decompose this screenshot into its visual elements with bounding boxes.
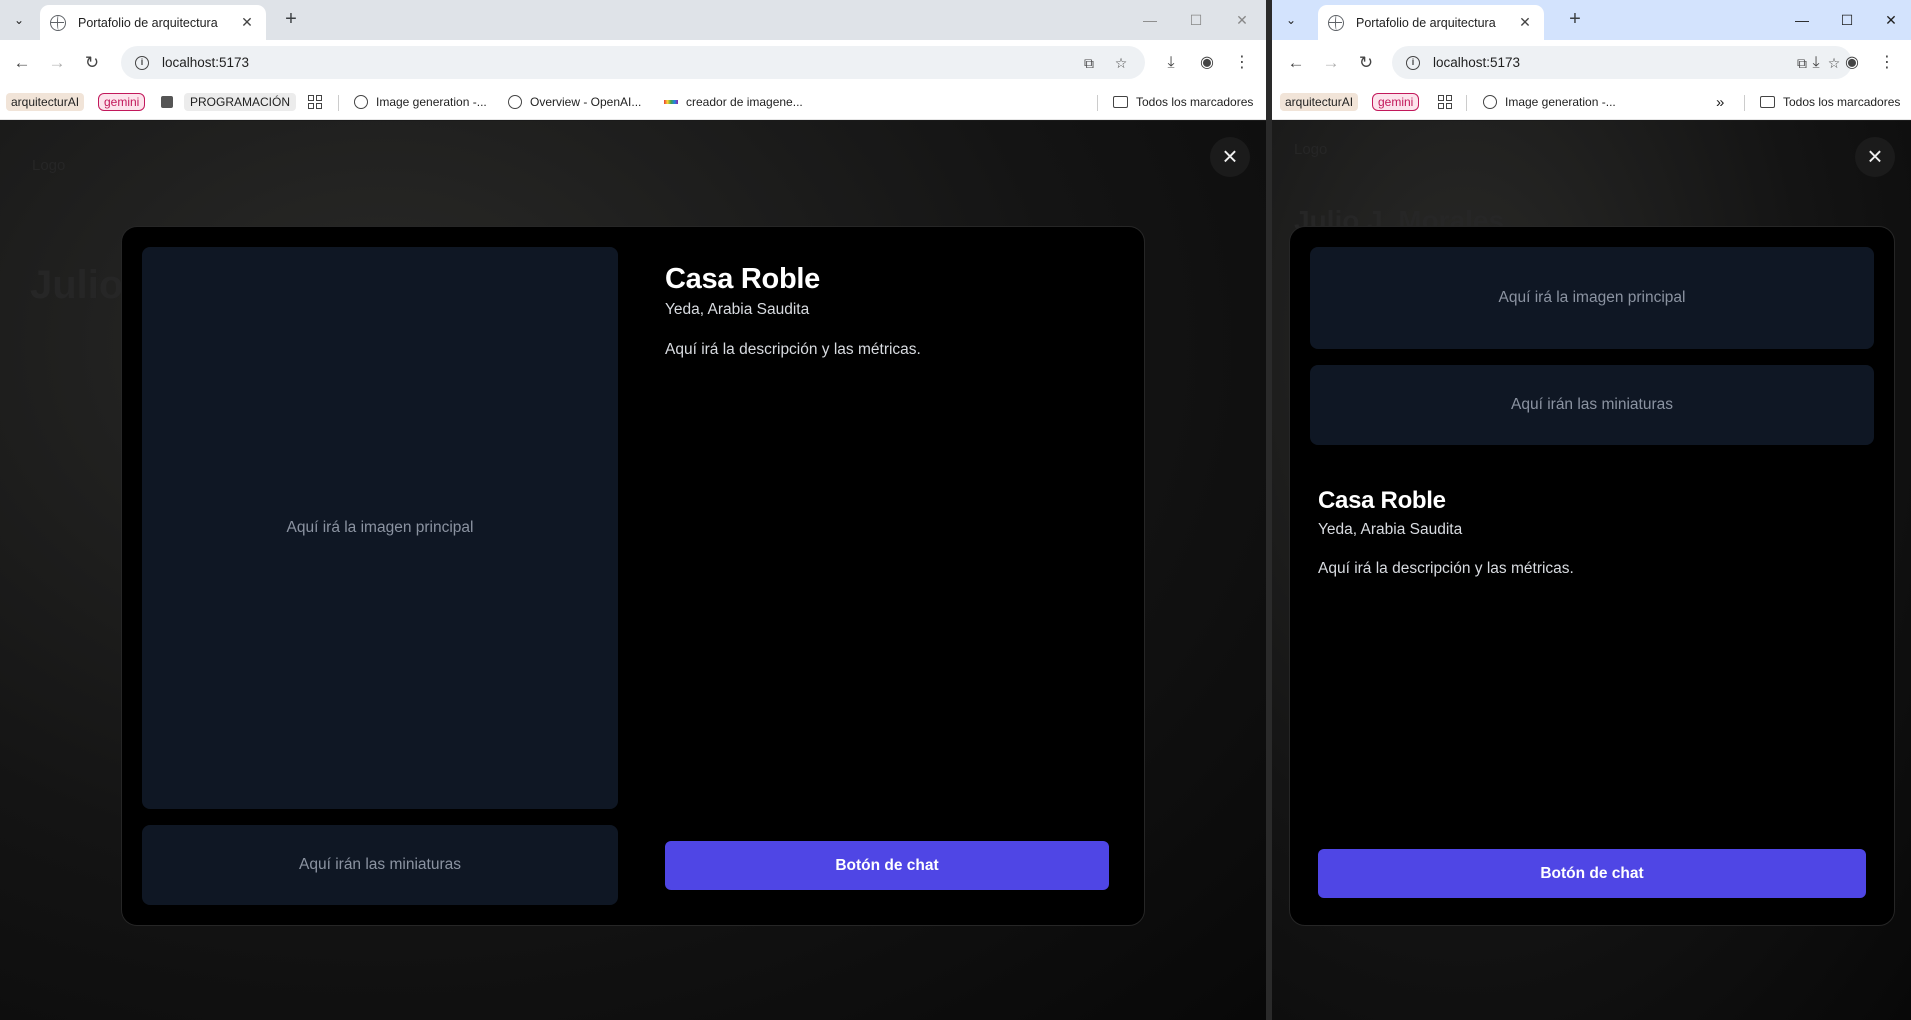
close-modal-button[interactable]: ×: [1210, 137, 1250, 177]
browser-window-left: ⌄ Portafolio de arquitectura ✕ + — ☐ ✕ ←…: [0, 0, 1266, 1020]
tab-search-icon[interactable]: ⌄: [1280, 9, 1302, 31]
bookmark-image-generation[interactable]: Image generation -...: [1483, 91, 1616, 113]
rainbow-icon: [664, 100, 678, 104]
maximize-icon[interactable]: ☐: [1835, 8, 1859, 32]
site-info-icon[interactable]: i: [135, 55, 149, 70]
reload-icon[interactable]: ↻: [1354, 51, 1378, 75]
bookmark-overview[interactable]: Overview - OpenAI...: [508, 91, 641, 113]
folder-icon: [1113, 96, 1128, 108]
main-image-placeholder: Aquí irá la imagen principal: [1310, 247, 1874, 349]
close-tab-icon[interactable]: ✕: [238, 14, 256, 31]
minimize-icon[interactable]: —: [1138, 8, 1162, 32]
folder-icon: [1760, 96, 1775, 108]
project-location: Yeda, Arabia Saudita: [665, 301, 810, 318]
close-tab-icon[interactable]: ✕: [1516, 14, 1534, 31]
tab-strip: ⌄ Portafolio de arquitectura ✕ + — ☐ ✕: [1272, 0, 1911, 40]
url-text: localhost:5173: [1433, 55, 1521, 70]
bookmarks-overflow-icon[interactable]: »: [1716, 91, 1724, 113]
openai-icon: [508, 95, 522, 109]
logo-text: Logo: [1294, 141, 1328, 158]
bookmark-arquitectura[interactable]: arquitecturAI: [6, 91, 85, 113]
new-tab-button[interactable]: +: [1563, 8, 1587, 32]
page-content: Logo Julio J. Morales × Aquí irá la imag…: [1272, 121, 1911, 1020]
download-icon[interactable]: ⤓: [1159, 51, 1183, 75]
back-arrow-icon[interactable]: ←: [10, 51, 34, 75]
close-modal-button[interactable]: ×: [1855, 137, 1895, 177]
back-arrow-icon[interactable]: ←: [1284, 51, 1308, 75]
tab-strip: ⌄ Portafolio de arquitectura ✕ + — ☐ ✕: [0, 0, 1266, 40]
bookmarks-bar: arquitecturAI gemini PROGRAMACIÓN Image …: [0, 85, 1266, 120]
all-bookmarks[interactable]: Todos los marcadores: [1760, 91, 1900, 113]
tab-search-icon[interactable]: ⌄: [8, 9, 30, 31]
project-title: Casa Roble: [665, 263, 820, 295]
bookmark-star-icon[interactable]: ☆: [1111, 53, 1131, 73]
translate-icon[interactable]: ⧉: [1079, 53, 1099, 73]
menu-dots-icon[interactable]: ⋮: [1875, 51, 1899, 75]
download-icon[interactable]: ⤓: [1804, 51, 1828, 75]
bookmark-creador[interactable]: creador de imagene...: [664, 91, 803, 113]
profile-icon[interactable]: ◉: [1840, 51, 1864, 75]
project-location: Yeda, Arabia Saudita: [1318, 521, 1463, 538]
browser-tab[interactable]: Portafolio de arquitectura ✕: [1318, 5, 1544, 40]
project-modal: Aquí irá la imagen principal Aquí irán l…: [121, 226, 1145, 926]
hero-name: Julio: [30, 263, 124, 307]
reload-icon[interactable]: ↻: [80, 51, 104, 75]
apps-grid-icon[interactable]: [308, 91, 322, 113]
main-image-placeholder: Aquí irá la imagen principal: [142, 247, 618, 809]
address-bar[interactable]: i localhost:5173 ⧉ ☆: [1392, 46, 1852, 79]
bookmark-gemini[interactable]: gemini: [98, 91, 146, 113]
browser-toolbar: ← → ↻ i localhost:5173 ⧉ ☆ ⤓ ◉ ⋮: [0, 40, 1266, 85]
browser-window-right: ⌄ Portafolio de arquitectura ✕ + — ☐ ✕ ←…: [1272, 0, 1911, 1020]
chat-button[interactable]: Botón de chat: [1318, 849, 1866, 898]
minimize-icon[interactable]: —: [1790, 8, 1814, 32]
thumbnails-placeholder: Aquí irán las miniaturas: [142, 825, 618, 905]
tab-title: Portafolio de arquitectura: [1356, 15, 1496, 30]
globe-icon: [50, 14, 66, 31]
apps-grid-icon[interactable]: [1438, 91, 1452, 113]
thumbnails-placeholder: Aquí irán las miniaturas: [1310, 365, 1874, 445]
site-info-icon[interactable]: i: [1406, 55, 1420, 70]
project-description: Aquí irá la descripción y las métricas.: [1318, 560, 1574, 577]
profile-icon[interactable]: ◉: [1195, 51, 1219, 75]
bookmark-image-generation[interactable]: Image generation -...: [354, 91, 487, 113]
project-description: Aquí irá la descripción y las métricas.: [665, 341, 921, 358]
forward-arrow-icon[interactable]: →: [1319, 51, 1343, 75]
url-text: localhost:5173: [162, 55, 250, 70]
openai-icon: [354, 95, 368, 109]
chat-button[interactable]: Botón de chat: [665, 841, 1109, 890]
project-title: Casa Roble: [1318, 487, 1446, 514]
close-window-icon[interactable]: ✕: [1230, 8, 1254, 32]
close-window-icon[interactable]: ✕: [1879, 8, 1903, 32]
project-modal: Aquí irá la imagen principal Aquí irán l…: [1289, 226, 1895, 926]
menu-dots-icon[interactable]: ⋮: [1230, 51, 1254, 75]
all-bookmarks[interactable]: Todos los marcadores: [1113, 91, 1253, 113]
address-bar[interactable]: i localhost:5173 ⧉ ☆: [121, 46, 1145, 79]
browser-tab[interactable]: Portafolio de arquitectura ✕: [40, 5, 266, 40]
logo-text: Logo: [32, 157, 66, 174]
bookmark-arquitectura[interactable]: arquitecturAI: [1280, 91, 1359, 113]
forward-arrow-icon[interactable]: →: [45, 51, 69, 75]
new-tab-button[interactable]: +: [279, 8, 303, 32]
browser-toolbar: ← → ↻ i localhost:5173 ⧉ ☆ ⤓ ◉ ⋮: [1272, 40, 1911, 85]
page-content: Logo Julio × Aquí irá la imagen principa…: [0, 121, 1266, 1020]
bookmark-square-icon[interactable]: [161, 91, 173, 113]
tab-title: Portafolio de arquitectura: [78, 15, 218, 30]
maximize-icon[interactable]: ☐: [1184, 8, 1208, 32]
bookmark-gemini[interactable]: gemini: [1372, 91, 1420, 113]
openai-icon: [1483, 95, 1497, 109]
globe-icon: [1328, 14, 1344, 31]
bookmarks-bar: arquitecturAI gemini Image generation -.…: [1272, 85, 1911, 120]
bookmark-programacion[interactable]: PROGRAMACIÓN: [184, 91, 297, 113]
